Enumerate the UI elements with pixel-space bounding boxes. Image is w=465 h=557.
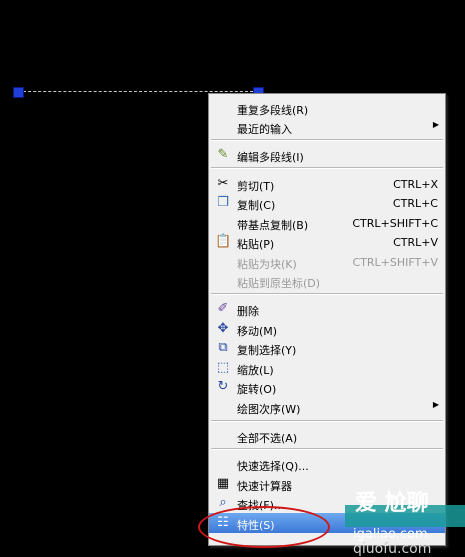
menu-deselect-all[interactable]: 全部不选(A) — [209, 426, 445, 446]
watermark-site: igaliao.com — [353, 527, 428, 542]
grip-handle-start[interactable] — [13, 87, 24, 98]
menu-item-label: 带基点复制(B) — [237, 219, 309, 232]
menu-separator — [211, 448, 443, 450]
menu-separator — [211, 167, 443, 169]
menu-edit-polyline[interactable]: ✎ 编辑多段线(I) — [209, 145, 445, 165]
menu-item-label: 粘贴到原坐标(D) — [237, 277, 321, 290]
annotation-highlight-circle — [198, 506, 330, 548]
calculator-icon: ▦ — [216, 476, 230, 491]
pencil-edit-icon: ✎ — [217, 147, 229, 162]
menu-separator — [211, 420, 443, 422]
menu-item-label: 粘贴为块(K) — [237, 258, 297, 271]
menu-item-label: 复制(C) — [237, 199, 276, 212]
rotate-icon: ↻ — [217, 379, 229, 394]
menu-draw-order[interactable]: 绘图次序(W) ▶ — [209, 397, 445, 417]
menu-item-label: 移动(M) — [237, 325, 278, 338]
menu-item-label: 旋转(O) — [237, 383, 277, 396]
menu-paste-original-coords[interactable]: 粘贴到原坐标(D) — [209, 271, 445, 291]
menu-item-label: 快速选择(Q)... — [237, 460, 309, 473]
menu-copy-selection[interactable]: ⧉ 复制选择(Y) — [209, 338, 445, 358]
copy-selection-icon: ⧉ — [218, 340, 228, 355]
menu-copy-with-base[interactable]: 带基点复制(B) CTRL+SHIFT+C — [209, 213, 445, 233]
menu-item-label: 剪切(T) — [237, 180, 275, 193]
submenu-arrow-icon: ▶ — [432, 120, 439, 129]
selected-polyline[interactable] — [18, 91, 258, 92]
menu-copy[interactable]: ❐ 复制(C) CTRL+C — [209, 193, 445, 213]
menu-item-label: 粘贴(P) — [237, 238, 275, 251]
copy-icon: ❐ — [217, 195, 229, 210]
submenu-arrow-icon: ▶ — [432, 400, 439, 409]
move-arrows-icon: ✥ — [217, 321, 229, 336]
menu-item-label: 重复多段线(R) — [237, 104, 309, 117]
clipboard-paste-icon: 📋 — [215, 234, 232, 249]
eraser-icon: ✐ — [217, 301, 229, 316]
menu-erase[interactable]: ✐ 删除 — [209, 299, 445, 319]
menu-item-label: 缩放(L) — [237, 364, 274, 377]
menu-item-label: 全部不选(A) — [237, 432, 298, 445]
watermark: 爱 尬聊 igaliao.com qiuofu.com — [315, 475, 465, 557]
scissors-icon: ✂ — [217, 176, 229, 191]
menu-recent-input[interactable]: 最近的输入 ▶ — [209, 117, 445, 137]
shortcut-text: CTRL+C — [392, 197, 438, 210]
menu-cut[interactable]: ✂ 剪切(T) CTRL+X — [209, 174, 445, 194]
menu-separator — [211, 293, 443, 295]
scale-icon: ⬚ — [216, 360, 230, 375]
shortcut-text: CTRL+SHIFT+C — [352, 217, 438, 230]
menu-paste[interactable]: 📋 粘贴(P) CTRL+V — [209, 232, 445, 252]
menu-item-label: 复制选择(Y) — [237, 344, 297, 357]
menu-repeat-polyline[interactable]: 重复多段线(R) — [209, 98, 445, 118]
menu-paste-as-block[interactable]: 粘贴为块(K) CTRL+SHIFT+V — [209, 252, 445, 272]
shortcut-text: CTRL+SHIFT+V — [352, 256, 438, 269]
shortcut-text: CTRL+V — [393, 236, 438, 249]
menu-quick-select[interactable]: 快速选择(Q)... — [209, 454, 445, 474]
menu-item-label: 绘图次序(W) — [237, 403, 301, 416]
menu-scale[interactable]: ⬚ 缩放(L) — [209, 358, 445, 378]
watermark-brand: 爱 尬聊 — [355, 491, 429, 516]
shortcut-text: CTRL+X — [393, 178, 438, 191]
menu-item-label: 最近的输入 — [237, 123, 292, 136]
menu-item-label: 快速计算器 — [237, 480, 292, 493]
menu-item-label: 编辑多段线(I) — [237, 151, 304, 164]
menu-item-label: 删除 — [237, 305, 259, 318]
menu-separator — [211, 139, 443, 141]
menu-move[interactable]: ✥ 移动(M) — [209, 319, 445, 339]
menu-rotate[interactable]: ↻ 旋转(O) — [209, 377, 445, 397]
